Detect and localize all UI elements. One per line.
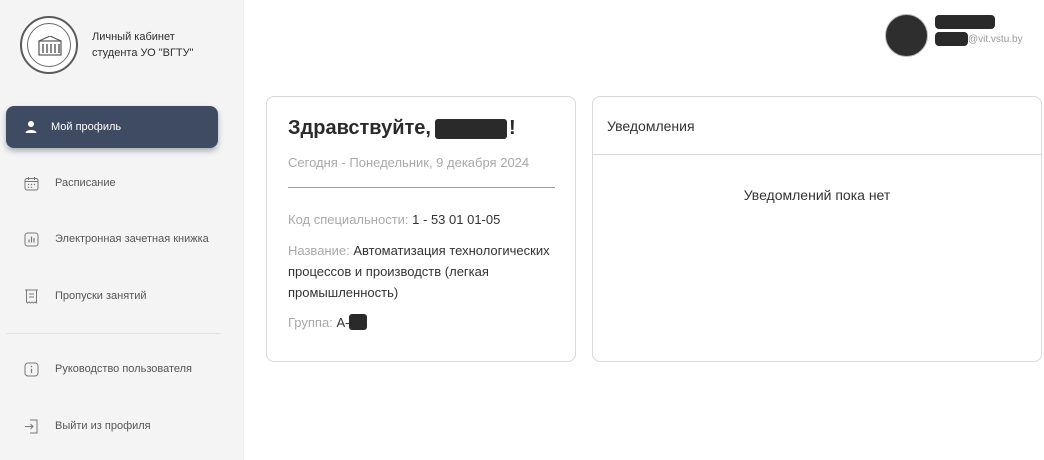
sidebar-item-user-guide[interactable]: Руководство пользователя (6, 348, 218, 390)
sidebar-item-profile[interactable]: Мой профиль (6, 106, 218, 148)
specialty-code-value: 1 - 53 01 01-05 (412, 212, 501, 227)
info-icon (23, 361, 39, 377)
sidebar-item-label: Пропуски занятий (55, 290, 147, 302)
receipt-icon (23, 288, 39, 304)
welcome-divider (288, 187, 555, 188)
specialty-code-row: Код специальности: 1 - 53 01 01-05 (288, 209, 558, 230)
sidebar-item-label: Расписание (55, 177, 116, 189)
university-logo-icon (20, 16, 78, 74)
sidebar-item-label: Мой профиль (51, 121, 122, 133)
student-name-redacted (434, 118, 507, 139)
sidebar-item-label: Электронная зачетная книжка (55, 233, 209, 245)
email-prefix-redacted (935, 32, 968, 46)
greeting-end: ! (508, 117, 516, 139)
group-number-redacted (349, 314, 368, 330)
sidebar-item-label: Руководство пользователя (55, 363, 192, 375)
group-value: А- (336, 315, 350, 330)
brand[interactable]: Личный кабинет студента УО "ВГТУ" (20, 16, 194, 74)
sidebar-item-gradebook[interactable]: Электронная зачетная книжка (6, 218, 218, 260)
welcome-card: Здравствуйте, ! Сегодня - Понедельник, 9… (266, 96, 576, 362)
notifications-empty-text: Уведомлений пока нет (743, 187, 891, 203)
calendar-icon (23, 175, 39, 191)
specialty-name-label: Название: (288, 243, 350, 258)
sidebar: Личный кабинет студента УО "ВГТУ" Мой пр… (0, 0, 244, 460)
brand-line2: студента УО "ВГТУ" (92, 47, 194, 59)
sidebar-item-schedule[interactable]: Расписание (6, 162, 218, 204)
logout-icon (23, 418, 39, 434)
user-email-suffix: @vit.vstu.by (968, 34, 1023, 45)
user-icon (23, 119, 39, 135)
greeting-heading: Здравствуйте, ! (288, 117, 516, 140)
group-row: Группа: А- (288, 312, 558, 333)
sidebar-divider (6, 333, 220, 334)
chart-icon (23, 231, 39, 247)
sidebar-item-absences[interactable]: Пропуски занятий (6, 275, 218, 317)
current-date: Сегодня - Понедельник, 9 декабря 2024 (288, 155, 530, 170)
avatar[interactable] (885, 14, 928, 57)
group-label: Группа: (288, 315, 333, 330)
brand-line1: Личный кабинет (92, 31, 175, 43)
sidebar-item-label: Выйти из профиля (55, 420, 151, 432)
notifications-card: Уведомления Уведомлений пока нет (592, 96, 1042, 362)
user-name-redacted (935, 15, 995, 29)
specialty-code-label: Код специальности: (288, 212, 409, 227)
brand-text: Личный кабинет студента УО "ВГТУ" (92, 29, 194, 61)
notifications-title: Уведомления (593, 97, 1041, 155)
greeting-text: Здравствуйте, (288, 117, 431, 139)
sidebar-item-logout[interactable]: Выйти из профиля (6, 405, 218, 447)
specialty-name-row: Название: Автоматизация технологических … (288, 240, 558, 303)
